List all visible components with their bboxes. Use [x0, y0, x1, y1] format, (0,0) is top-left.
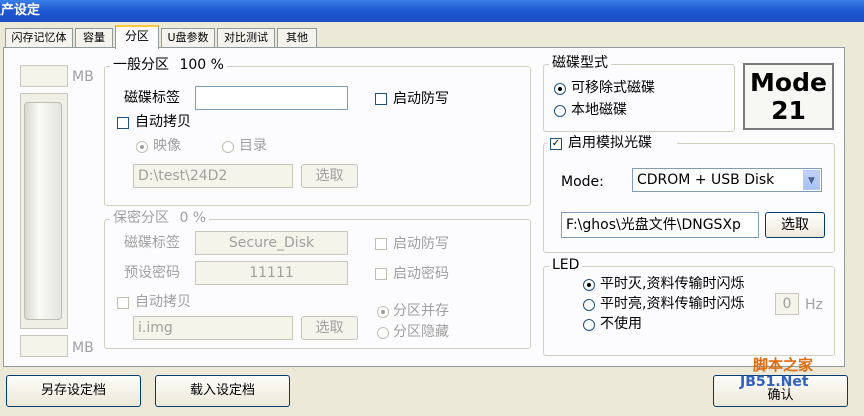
- removable-disk-label: 可移除式磁碟: [571, 80, 655, 96]
- tab-label: 对比测试: [224, 31, 268, 44]
- write-protect-checkbox[interactable]: [375, 93, 387, 105]
- tab-label: 分区: [124, 29, 149, 43]
- enable-password-label: 启动密码: [393, 266, 449, 282]
- disk-type-title: 磁碟型式: [549, 55, 611, 71]
- directory-radio-label: 目录: [239, 138, 267, 154]
- cdrom-mode-caption: Mode:: [561, 174, 604, 190]
- mode-badge-line2: 21: [771, 96, 806, 125]
- password-caption: 预设密码: [124, 265, 180, 281]
- secure-disk-label-input[interactable]: Secure_Disk: [195, 231, 348, 255]
- cdrom-enable-label: 启用模拟光碟: [568, 135, 652, 151]
- watermark-line1: 脚本之家: [753, 356, 814, 374]
- led-none-radio[interactable]: [583, 319, 595, 331]
- window-title: 生产设定: [0, 3, 41, 18]
- led-title: LED: [549, 257, 583, 273]
- auto-copy-label: 自动拷贝: [135, 114, 191, 130]
- save-config-button[interactable]: 另存设定档: [6, 375, 141, 407]
- mode-badge-line1: Mode: [750, 68, 827, 97]
- secure-write-protect-label: 启动防写: [393, 236, 449, 252]
- capacity-top-unit: MB: [72, 69, 94, 85]
- write-protect-label: 启动防写: [393, 91, 449, 107]
- led-off-blink-label: 平时灭,资料传输时闪烁: [600, 276, 745, 292]
- secure-auto-copy-label: 自动拷贝: [135, 294, 191, 310]
- removable-disk-radio[interactable]: [554, 83, 566, 95]
- capacity-bar: [20, 93, 68, 329]
- mode-badge: Mode 21: [743, 63, 834, 130]
- cdrom-enable-checkbox[interactable]: ✓: [550, 138, 562, 150]
- disk-type-group: [543, 64, 735, 132]
- led-off-blink-radio[interactable]: [583, 279, 595, 291]
- image-radio-label: 映像: [153, 138, 181, 154]
- title-bar: 生产设定: [0, 0, 864, 22]
- led-on-blink-radio[interactable]: [583, 299, 595, 311]
- general-path-field[interactable]: D:\test\24D2: [133, 164, 293, 188]
- password-input[interactable]: 11111: [195, 261, 348, 285]
- tab-label: 容量: [83, 31, 105, 44]
- secure-browse-button[interactable]: 选取: [301, 316, 358, 340]
- load-config-button[interactable]: 载入设定档: [155, 375, 290, 407]
- auto-copy-checkbox[interactable]: [117, 117, 129, 129]
- image-radio[interactable]: [136, 141, 148, 153]
- capacity-bar-fill: [24, 102, 62, 320]
- general-partition-title: 一般分区 100 %: [110, 57, 227, 73]
- secure-partition-title-text: 保密分区: [113, 210, 169, 226]
- general-partition-title-text: 一般分区: [113, 57, 169, 73]
- capacity-top-field: [20, 65, 68, 87]
- led-hz-unit: Hz: [805, 297, 823, 313]
- led-on-blink-label: 平时亮,资料传输时闪烁: [600, 296, 745, 312]
- cdrom-browse-button[interactable]: 选取: [765, 212, 825, 238]
- hide-radio[interactable]: [377, 327, 389, 339]
- tab-flash[interactable]: 闪存记忆体: [5, 28, 73, 48]
- secure-partition-percent: 0 %: [179, 210, 207, 226]
- general-browse-button[interactable]: 选取: [301, 164, 358, 188]
- cdrom-mode-value: CDROM + USB Disk: [637, 172, 775, 188]
- enable-password-checkbox[interactable]: [375, 268, 387, 280]
- tab-other[interactable]: 其他: [277, 28, 317, 48]
- led-none-label: 不使用: [600, 316, 642, 332]
- cdrom-mode-select[interactable]: CDROM + USB Disk ▼: [632, 168, 822, 192]
- led-hz-field[interactable]: 0: [775, 293, 799, 315]
- hide-radio-label: 分区隐藏: [393, 324, 449, 340]
- tab-label: 闪存记忆体: [11, 31, 67, 44]
- local-disk-label: 本地磁碟: [571, 102, 627, 118]
- secure-auto-copy-checkbox[interactable]: [117, 297, 129, 309]
- general-partition-percent: 100 %: [179, 57, 224, 73]
- directory-radio[interactable]: [222, 141, 234, 153]
- coexist-radio-label: 分区并存: [393, 303, 449, 319]
- local-disk-radio[interactable]: [554, 105, 566, 117]
- coexist-radio[interactable]: [377, 306, 389, 318]
- disk-label-caption: 磁碟标签: [124, 90, 180, 106]
- tab-label: 其他: [286, 31, 308, 44]
- secure-partition-title: 保密分区 0 %: [110, 210, 210, 226]
- secure-path-field[interactable]: i.img: [133, 316, 293, 340]
- cdrom-path-field[interactable]: F:\ghos\光盘文件\DNGSXp: [561, 212, 759, 238]
- tab-capacity[interactable]: 容量: [75, 28, 113, 48]
- tab-compare-test[interactable]: 对比测试: [217, 28, 275, 48]
- tab-usb-params[interactable]: U盘参数: [161, 28, 215, 48]
- disk-label-input[interactable]: [195, 86, 348, 110]
- chevron-down-icon[interactable]: ▼: [803, 170, 820, 190]
- tab-label: U盘参数: [167, 31, 209, 44]
- cdrom-title-bar: ✓ 启用模拟光碟: [547, 134, 677, 152]
- capacity-bottom-unit: MB: [72, 340, 94, 356]
- secure-disk-label-caption: 磁碟标签: [124, 235, 180, 251]
- secure-write-protect-checkbox[interactable]: [375, 238, 387, 250]
- tab-partition[interactable]: 分区: [115, 25, 159, 49]
- capacity-bottom-field: [20, 335, 68, 357]
- watermark-line2: JB51.Net: [740, 374, 809, 390]
